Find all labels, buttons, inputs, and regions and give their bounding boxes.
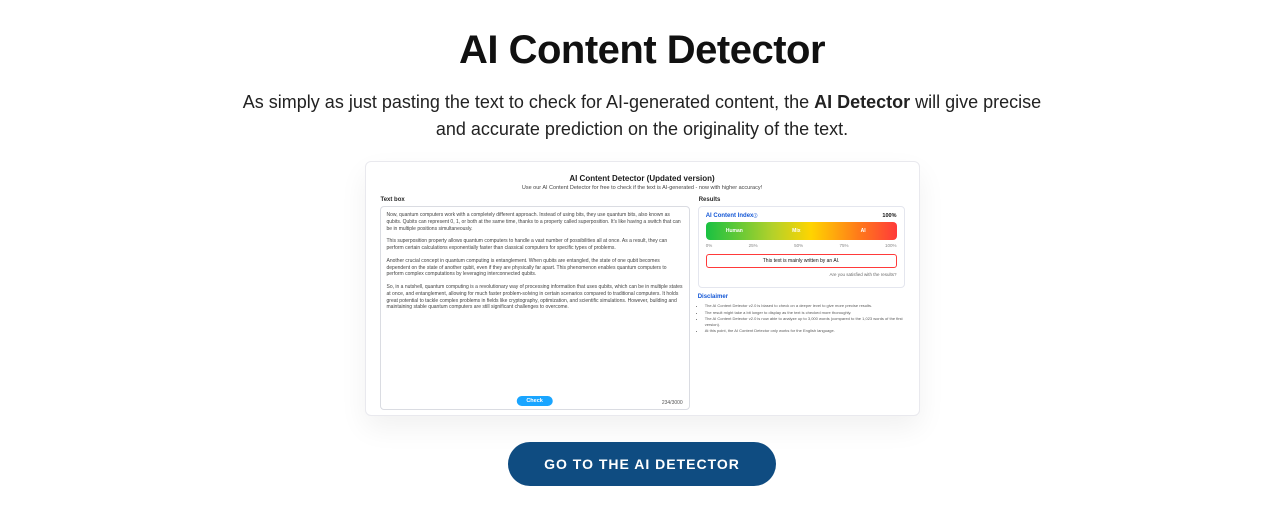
sample-para-2: This superposition property allows quant… [387,238,683,252]
tick-75: 75% [840,243,849,248]
results-label: Results [699,197,905,203]
subtitle-pre: As simply as just pasting the text to ch… [243,92,814,112]
verdict-badge: This text is mainly written by an AI. [706,254,897,268]
page-title: AI Content Detector [0,28,1284,73]
tick-0: 0% [706,243,713,248]
tick-50: 50% [794,243,803,248]
info-icon: ⓘ [753,213,757,218]
disclaimer-item: The AI Content Detector v2.0 is now able… [705,316,905,327]
feedback-prompt: Are you satisfied with the results? [706,272,897,277]
meter-mix-label: Mix [763,222,830,240]
page-subtitle: As simply as just pasting the text to ch… [227,89,1057,143]
tick-100: 100% [885,243,897,248]
index-percent: 100% [882,213,896,219]
meter-ticks: 0% 25% 50% 75% 100% [706,243,897,248]
ai-human-meter: Human Mix AI [706,222,897,240]
sample-para-3: Another crucial concept in quantum compu… [387,258,683,278]
product-screenshot: AI Content Detector (Updated version) Us… [365,161,920,416]
go-to-detector-button[interactable]: GO TO THE AI DETECTOR [508,442,776,486]
mock-title: AI Content Detector (Updated version) [380,174,905,183]
disclaimer-block: Disclaimer The AI Content Detector v2.0 … [698,294,905,334]
sample-textbox: Now, quantum computers work with a compl… [380,206,690,410]
disclaimer-item: The AI Content Detector v2.0 is biased t… [705,303,905,309]
tick-25: 25% [749,243,758,248]
meter-ai-label: AI [830,222,897,240]
mock-subtitle: Use our AI Content Detector for free to … [380,185,905,191]
textbox-label: Text box [381,197,690,203]
disclaimer-item: The result might take a bit longer to di… [705,310,905,316]
results-card: AI Content Indexⓘ 100% Human Mix AI 0% 2… [698,206,905,288]
check-button[interactable]: Check [516,396,553,406]
sample-para-1: Now, quantum computers work with a compl… [387,212,683,232]
index-title: AI Content Indexⓘ [706,213,758,219]
char-counter: 234/3000 [662,400,683,406]
meter-human-label: Human [706,222,763,240]
disclaimer-item: At this point, the AI Content Detector o… [705,328,905,334]
subtitle-strong: AI Detector [814,92,910,112]
sample-para-4: So, in a nutshell, quantum computing is … [387,284,683,311]
disclaimer-title: Disclaimer [698,294,905,300]
